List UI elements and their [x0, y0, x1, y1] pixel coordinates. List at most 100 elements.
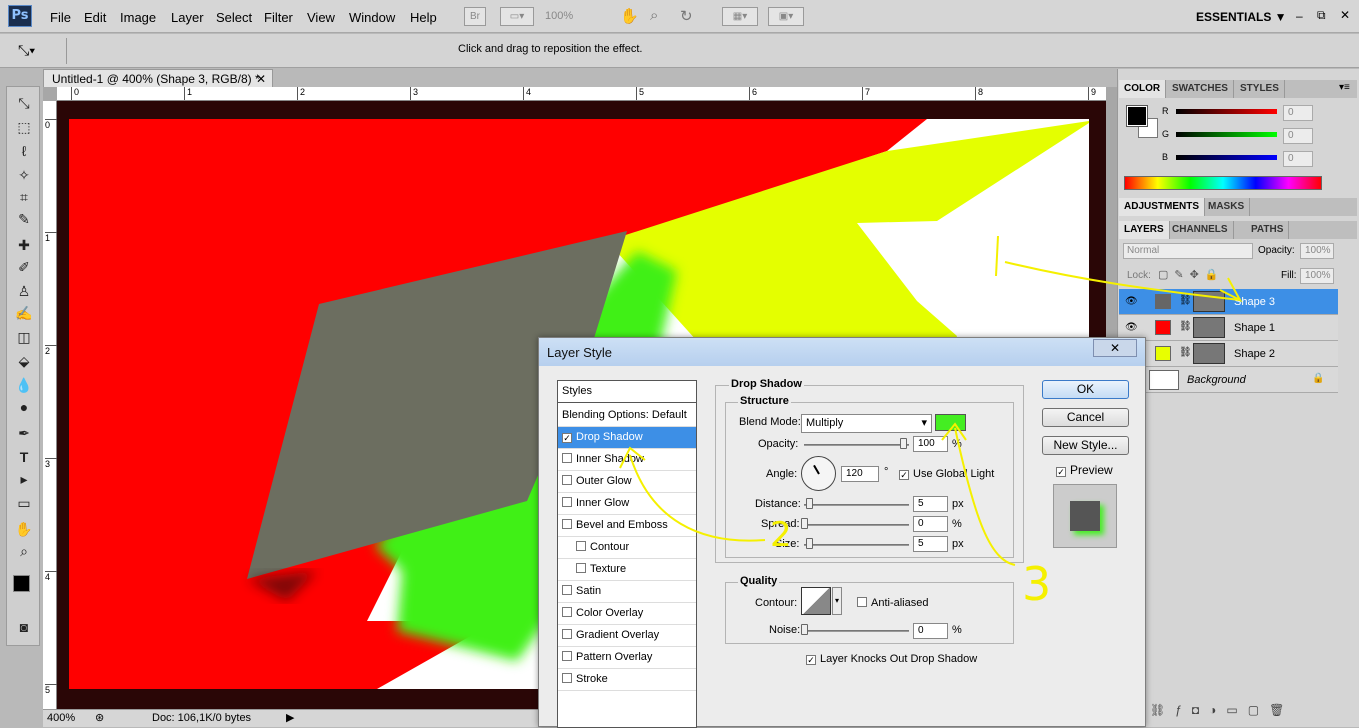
- slider-g[interactable]: [1176, 132, 1277, 137]
- layers-footer-icons[interactable]: ⛓ƒ◘◑▭▢🗑: [1150, 703, 1294, 717]
- close-document-icon[interactable]: ✕: [256, 72, 266, 86]
- opacity-field[interactable]: 100%: [1300, 243, 1334, 259]
- fill-field[interactable]: 100%: [1300, 268, 1334, 284]
- tab-paths[interactable]: PATHS: [1246, 221, 1290, 239]
- crop-tool-icon[interactable]: ⌗: [13, 187, 35, 207]
- style-drop-shadow[interactable]: ✓ Drop Shadow: [558, 427, 696, 449]
- checkbox[interactable]: [562, 475, 572, 485]
- cancel-button[interactable]: Cancel: [1042, 408, 1129, 427]
- spread-input[interactable]: 0: [913, 516, 948, 532]
- tab-layers[interactable]: LAYERS: [1119, 221, 1170, 239]
- tab-swatches[interactable]: SWATCHES: [1167, 80, 1234, 98]
- workspace-switcher[interactable]: ESSENTIALS ▼: [1196, 10, 1287, 24]
- color-ramp[interactable]: [1124, 176, 1322, 190]
- layer-row-shape-1[interactable]: 👁 ⛓ Shape 1: [1119, 315, 1338, 341]
- opacity-slider[interactable]: [804, 444, 909, 446]
- lock-icons[interactable]: ▢✎✥🔒: [1158, 268, 1225, 281]
- tab-styles[interactable]: STYLES: [1235, 80, 1285, 98]
- checkbox[interactable]: [562, 629, 572, 639]
- opacity-slider-thumb[interactable]: [900, 438, 907, 449]
- lasso-tool-icon[interactable]: ℓ: [13, 141, 35, 161]
- hand-tool-icon[interactable]: ✋: [620, 7, 639, 25]
- pen-tool-icon[interactable]: ✒: [13, 423, 35, 443]
- rotate-view-icon[interactable]: ↻: [680, 7, 693, 25]
- style-contour[interactable]: Contour: [558, 537, 696, 559]
- preview-option[interactable]: ✓ Preview: [1056, 463, 1113, 477]
- ok-button[interactable]: OK: [1042, 380, 1129, 399]
- arrange-documents-icon[interactable]: ▦▾: [722, 7, 758, 26]
- vector-mask-thumbnail[interactable]: [1193, 291, 1225, 312]
- quick-mask-icon[interactable]: ◙: [13, 617, 35, 637]
- clone-stamp-icon[interactable]: ♙: [13, 281, 35, 301]
- tab-masks[interactable]: MASKS: [1203, 198, 1251, 216]
- tab-color[interactable]: COLOR: [1119, 80, 1167, 98]
- spread-slider-thumb[interactable]: [801, 518, 808, 529]
- checkbox[interactable]: [562, 673, 572, 683]
- spread-slider[interactable]: [804, 524, 909, 526]
- status-menu-icon[interactable]: ▶: [286, 711, 294, 724]
- noise-slider-thumb[interactable]: [801, 624, 808, 635]
- noise-slider[interactable]: [804, 630, 909, 632]
- blur-tool-icon[interactable]: 💧: [13, 375, 35, 395]
- checkbox[interactable]: [857, 597, 867, 607]
- checkbox[interactable]: [576, 563, 586, 573]
- opacity-input[interactable]: 100: [913, 436, 948, 452]
- blending-options[interactable]: Blending Options: Default: [558, 405, 696, 427]
- layer-blend-mode[interactable]: Normal: [1123, 243, 1253, 259]
- dialog-titlebar[interactable]: Layer Style: [539, 338, 1145, 366]
- distance-input[interactable]: 5: [913, 496, 948, 512]
- bridge-button[interactable]: Br: [464, 7, 486, 26]
- magic-wand-icon[interactable]: ✧: [13, 165, 35, 185]
- layer-row-shape-2[interactable]: 👁 ⛓ Shape 2: [1119, 341, 1338, 367]
- style-outer-glow[interactable]: Outer Glow: [558, 471, 696, 493]
- minimize-icon[interactable]: –: [1296, 9, 1303, 23]
- panel-menu-icon[interactable]: ▾≡: [1339, 82, 1350, 93]
- eraser-icon[interactable]: ◫: [13, 327, 35, 347]
- marquee-tool-icon[interactable]: ⬚: [13, 117, 35, 137]
- angle-dial[interactable]: [801, 456, 836, 491]
- layer-row-shape-3[interactable]: 👁 ⛓ Shape 3: [1119, 289, 1338, 315]
- style-inner-shadow[interactable]: Inner Shadow: [558, 449, 696, 471]
- style-stroke[interactable]: Stroke: [558, 669, 696, 691]
- checkbox[interactable]: [562, 497, 572, 507]
- tab-adjustments[interactable]: ADJUSTMENTS: [1119, 198, 1206, 216]
- blend-mode-select[interactable]: Multiply ▾: [801, 414, 932, 433]
- extras-dropdown-icon[interactable]: ▭▾: [500, 7, 534, 26]
- value-g[interactable]: 0: [1283, 128, 1313, 144]
- value-b[interactable]: 0: [1283, 151, 1313, 167]
- status-zoom[interactable]: 400%: [47, 712, 75, 724]
- checkbox-checked[interactable]: ✓: [806, 655, 816, 665]
- dodge-tool-icon[interactable]: ●: [13, 397, 35, 417]
- distance-slider-thumb[interactable]: [806, 498, 813, 509]
- checkbox[interactable]: [562, 585, 572, 595]
- visibility-eye-icon[interactable]: 👁: [1125, 322, 1138, 333]
- contour-picker[interactable]: [801, 587, 831, 615]
- menu-window[interactable]: Window: [349, 10, 395, 25]
- distance-slider[interactable]: [804, 504, 909, 506]
- size-input[interactable]: 5: [913, 536, 948, 552]
- fg-color-square[interactable]: [1126, 105, 1148, 127]
- knockout-option[interactable]: ✓ Layer Knocks Out Drop Shadow: [806, 653, 977, 665]
- layer-row-background[interactable]: Background 🔒: [1119, 367, 1338, 393]
- close-icon[interactable]: ✕: [1340, 8, 1350, 22]
- size-slider[interactable]: [804, 544, 909, 546]
- checkbox[interactable]: [562, 453, 572, 463]
- screen-mode-icon[interactable]: ▣▾: [768, 7, 804, 26]
- visibility-eye-icon[interactable]: 👁: [1125, 296, 1138, 307]
- angle-input[interactable]: 120: [841, 466, 879, 482]
- chevron-down-icon[interactable]: ▾: [832, 587, 842, 615]
- zoom-icon[interactable]: ⌕: [13, 541, 35, 561]
- move-tool-icon[interactable]: ⤡: [13, 93, 35, 113]
- status-info-icon[interactable]: ⊛: [95, 711, 104, 724]
- hand-icon[interactable]: ✋: [13, 519, 35, 539]
- checkbox[interactable]: [562, 519, 572, 529]
- new-style-button[interactable]: New Style...: [1042, 436, 1129, 455]
- path-selection-icon[interactable]: ▸: [13, 469, 35, 489]
- healing-brush-icon[interactable]: ✚: [13, 235, 35, 255]
- move-tool-preset-icon[interactable]: ⤡▾: [18, 42, 35, 59]
- type-tool-icon[interactable]: T: [13, 447, 35, 467]
- shadow-color-swatch[interactable]: [935, 414, 966, 431]
- style-color-overlay[interactable]: Color Overlay: [558, 603, 696, 625]
- style-bevel-emboss[interactable]: Bevel and Emboss: [558, 515, 696, 537]
- brush-tool-icon[interactable]: ✐: [13, 257, 35, 277]
